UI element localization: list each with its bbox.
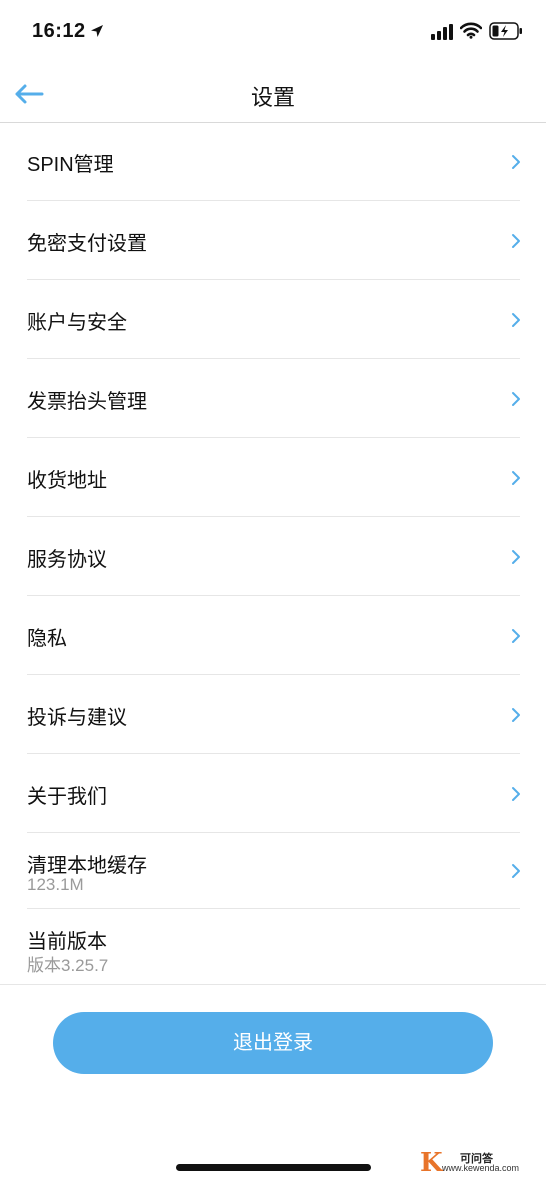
chevron-right-icon — [511, 707, 521, 728]
page-title: 设置 — [250, 85, 295, 110]
menu-item-label: 清理本地缓存 — [27, 855, 147, 877]
menu-item-label: 关于我们 — [27, 786, 107, 808]
chevron-right-icon — [511, 549, 521, 570]
location-arrow-icon — [90, 24, 104, 43]
menu-item-label: 收货地址 — [27, 470, 107, 492]
chevron-right-icon — [511, 786, 521, 807]
chevron-right-icon — [511, 312, 521, 333]
menu-item-current-version: 当前版本 版本3.25.7 — [0, 909, 546, 985]
status-time: 16:12 — [32, 20, 86, 42]
logout-button[interactable]: 退出登录 — [53, 1012, 493, 1074]
status-bar: 16:12 — [0, 0, 546, 66]
chevron-right-icon — [511, 233, 521, 254]
nav-bar: 设置 — [0, 66, 546, 123]
menu-item-account-security[interactable]: 账户与安全 — [0, 280, 546, 359]
menu-item-privacy[interactable]: 隐私 — [0, 596, 546, 675]
settings-menu: SPIN管理 免密支付设置 账户与安全 发票抬头管理 收货地址 服务协议 隐私 … — [0, 122, 546, 985]
menu-item-label: 账户与安全 — [27, 312, 127, 334]
menu-item-label: 当前版本 — [27, 931, 107, 953]
menu-item-label: 服务协议 — [27, 549, 107, 571]
menu-item-service-agreement[interactable]: 服务协议 — [0, 517, 546, 596]
chevron-right-icon — [511, 863, 521, 884]
watermark-logo: K 可问答 www.kewenda.com — [420, 1148, 542, 1178]
divider — [0, 984, 546, 985]
chevron-right-icon — [511, 470, 521, 491]
version-number: 版本3.25.7 — [27, 956, 109, 975]
menu-item-spin[interactable]: SPIN管理 — [0, 122, 546, 201]
menu-item-feedback[interactable]: 投诉与建议 — [0, 675, 546, 754]
menu-item-about-us[interactable]: 关于我们 — [0, 754, 546, 833]
battery-charging-icon — [489, 22, 523, 45]
menu-item-password-free-payment[interactable]: 免密支付设置 — [0, 201, 546, 280]
menu-item-label: SPIN管理 — [27, 154, 114, 176]
cache-size: 123.1M — [27, 875, 84, 894]
watermark-url: www.kewenda.com — [442, 1163, 520, 1173]
menu-item-label: 免密支付设置 — [27, 233, 147, 255]
wifi-icon — [459, 22, 483, 44]
chevron-right-icon — [511, 628, 521, 649]
menu-item-shipping-address[interactable]: 收货地址 — [0, 438, 546, 517]
watermark-letter: K — [420, 1148, 443, 1178]
chevron-right-icon — [511, 391, 521, 412]
cellular-signal-icon — [431, 24, 453, 45]
menu-item-label: 隐私 — [27, 628, 67, 650]
home-indicator[interactable] — [176, 1164, 371, 1171]
menu-item-label: 投诉与建议 — [27, 707, 127, 729]
chevron-right-icon — [511, 154, 521, 175]
menu-item-invoice-title[interactable]: 发票抬头管理 — [0, 359, 546, 438]
menu-item-clear-cache[interactable]: 清理本地缓存 123.1M — [0, 833, 546, 909]
menu-item-label: 发票抬头管理 — [27, 391, 147, 413]
